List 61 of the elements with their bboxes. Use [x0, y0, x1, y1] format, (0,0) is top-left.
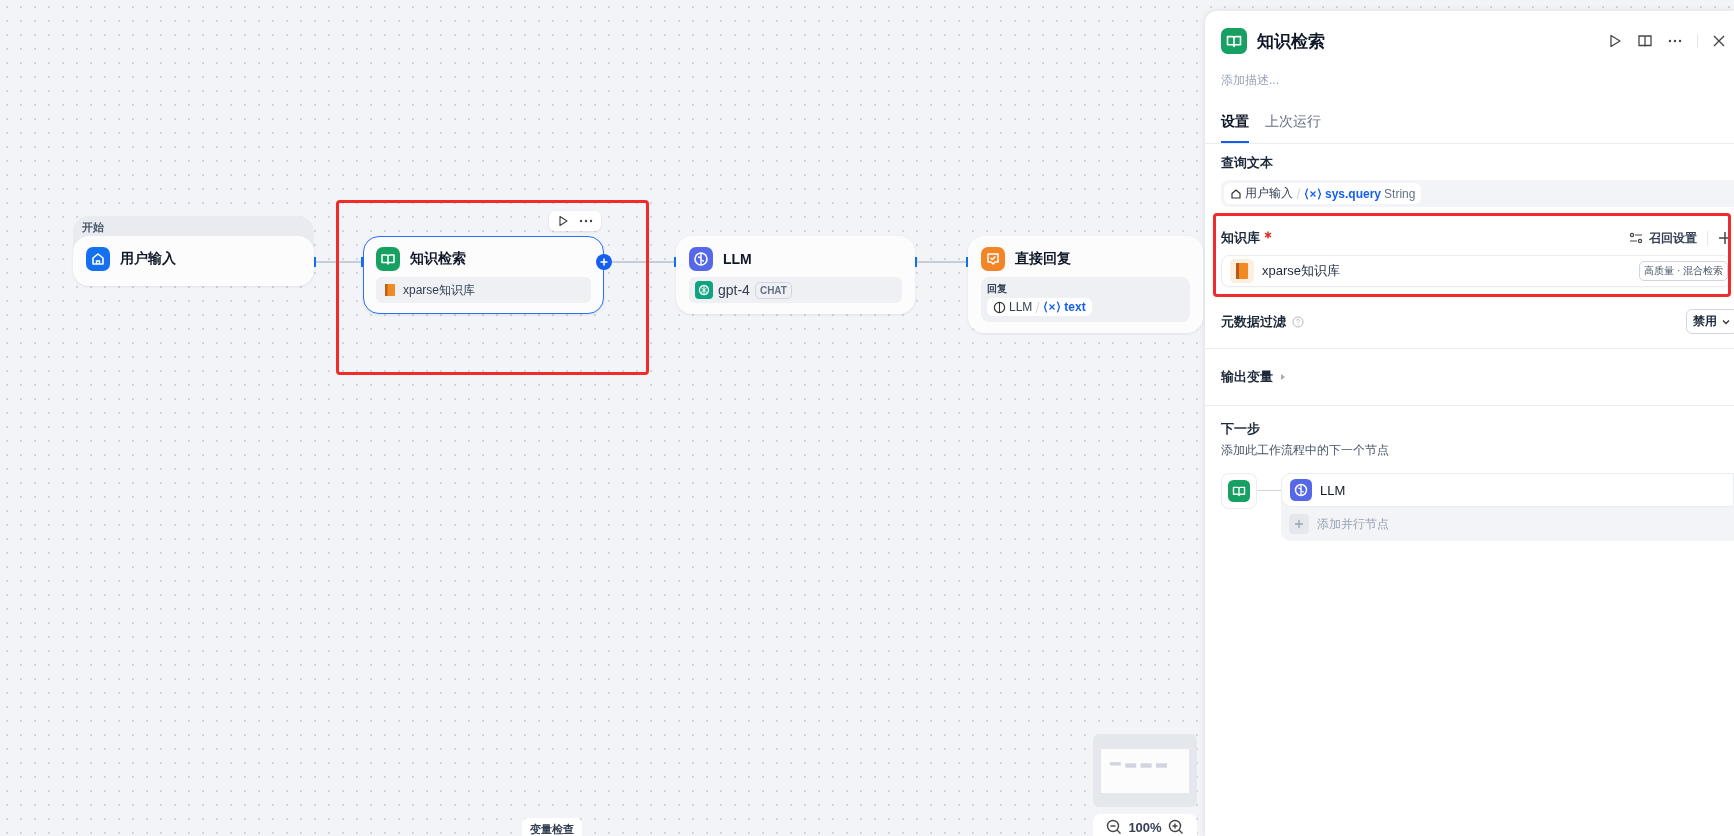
tab[interactable]: 设置: [1221, 113, 1249, 143]
node-title: 直接回复: [1015, 250, 1071, 268]
node-title: 知识检索: [410, 250, 466, 268]
mode-badge: CHAT: [754, 281, 792, 299]
section-label: 查询文本: [1221, 154, 1273, 172]
close-icon[interactable]: [1712, 34, 1726, 48]
plus-icon: [1289, 514, 1309, 534]
group-label: 开始: [82, 220, 104, 235]
workflow-node[interactable]: 用户输入: [73, 236, 314, 286]
brain-icon: [993, 300, 1006, 314]
connector-line: [914, 257, 969, 267]
workflow-node[interactable]: LLM gpt-4 CHAT: [676, 236, 915, 314]
workflow-node[interactable]: 直接回复 回复 LLM text: [968, 236, 1203, 333]
home-icon: [1230, 187, 1242, 200]
brain-icon: [1290, 479, 1312, 501]
output-variables-toggle[interactable]: 输出变量: [1221, 368, 1287, 386]
tab[interactable]: 上次运行: [1265, 113, 1321, 143]
home-icon: [86, 247, 110, 271]
workflow-node[interactable]: 知识检索 xparse知识库: [363, 236, 604, 314]
add-node-icon[interactable]: [596, 254, 612, 270]
variable-chip[interactable]: 用户输入 sys.query String: [1224, 183, 1422, 204]
field-label: 回复: [987, 282, 1007, 296]
section-label: 下一步: [1221, 420, 1260, 438]
caret-icon: [1279, 373, 1287, 381]
help-icon: [1292, 315, 1304, 328]
panel-title: 知识检索: [1257, 30, 1325, 53]
book-icon: [1230, 259, 1254, 283]
model-name: gpt-4: [718, 282, 750, 298]
filter-select[interactable]: 禁用: [1686, 309, 1734, 334]
zoom-level: 100%: [1128, 819, 1162, 835]
start-group[interactable]: 开始 用户输入: [73, 216, 314, 286]
variable-inspect-button[interactable]: 变量检查: [522, 818, 582, 836]
knowledge-base-name: xparse知识库: [1262, 262, 1341, 280]
connector-line: [313, 257, 364, 267]
zoom-out-icon[interactable]: [1106, 819, 1123, 835]
book-icon: [382, 282, 398, 298]
node-title: LLM: [723, 251, 752, 267]
variable-icon: [1043, 301, 1062, 313]
book-icon[interactable]: [1637, 33, 1653, 49]
next-node[interactable]: LLM: [1281, 473, 1734, 507]
knowledge-base-item: xparse知识库: [376, 277, 591, 303]
variable-icon: [1304, 187, 1322, 200]
knowledge-base-item[interactable]: xparse知识库 高质量 · 混合检索: [1221, 255, 1731, 287]
message-icon: [981, 247, 1005, 271]
section-description: 添加此工作流程中的下一个节点: [1221, 442, 1389, 459]
book-icon: [1228, 480, 1250, 502]
zoom-in-icon[interactable]: [1167, 819, 1184, 835]
variable-chip: LLM text: [987, 298, 1092, 316]
section-label: 元数据过滤: [1221, 312, 1286, 331]
retrieval-tag: 高质量 · 混合检索: [1639, 261, 1728, 281]
book-icon: [376, 247, 400, 271]
play-icon[interactable]: [1607, 33, 1623, 49]
play-icon[interactable]: [557, 215, 569, 227]
book-icon: [1221, 28, 1247, 54]
node-title: 用户输入: [120, 250, 176, 268]
model-icon: [695, 281, 713, 299]
brain-icon: [689, 247, 713, 271]
recall-settings-button[interactable]: 召回设置: [1629, 229, 1697, 247]
section-label: 知识库: [1221, 229, 1260, 247]
sliders-icon: [1629, 231, 1643, 245]
description-field[interactable]: 添加描述...: [1221, 71, 1718, 89]
